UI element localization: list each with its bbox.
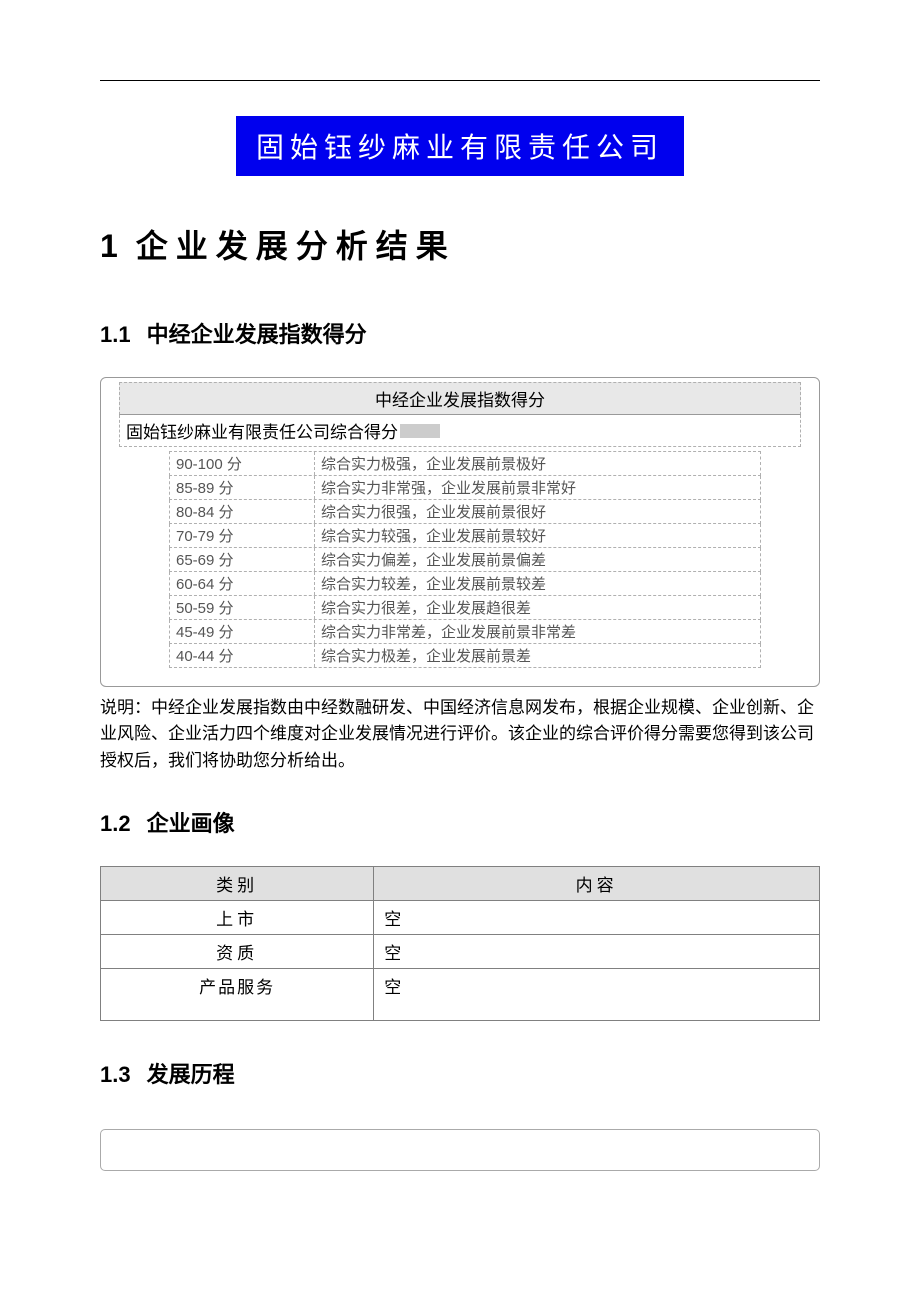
section-1-1-title: 中经企业发展指数得分 — [147, 322, 367, 347]
score-ranges-table: 90-100 分 综合实力极强，企业发展前景极好 85-89 分 综合实力非常强… — [169, 451, 761, 668]
score-row: 65-69 分 综合实力偏差，企业发展前景偏差 — [169, 548, 761, 572]
table-row: 上市 空 — [101, 901, 820, 935]
score-desc: 综合实力很差，企业发展趋很差 — [315, 596, 760, 619]
section-1-number: 1 — [100, 228, 118, 264]
profile-content: 空 — [374, 969, 820, 1021]
score-range: 40-44 分 — [170, 644, 315, 667]
score-company-label: 固始钰纱麻业有限责任公司综合得分 — [126, 418, 398, 443]
profile-header-category: 类别 — [101, 867, 374, 901]
score-desc: 综合实力很强，企业发展前景很好 — [315, 500, 760, 523]
profile-content: 空 — [374, 901, 820, 935]
section-1-3-number: 1.3 — [100, 1062, 131, 1087]
score-row: 50-59 分 综合实力很差，企业发展趋很差 — [169, 596, 761, 620]
score-box: 中经企业发展指数得分 固始钰纱麻业有限责任公司综合得分 90-100 分 综合实… — [100, 377, 820, 687]
score-company-row: 固始钰纱麻业有限责任公司综合得分 — [119, 415, 801, 447]
score-note: 说明：中经企业发展指数由中经数融研发、中国经济信息网发布，根据企业规模、企业创新… — [100, 695, 820, 774]
score-desc: 综合实力极强，企业发展前景极好 — [315, 452, 760, 475]
score-range: 45-49 分 — [170, 620, 315, 643]
profile-table: 类别 内容 上市 空 资质 空 产品服务 空 — [100, 866, 820, 1021]
score-range: 90-100 分 — [170, 452, 315, 475]
profile-category: 资质 — [101, 935, 374, 969]
score-row: 90-100 分 综合实力极强，企业发展前景极好 — [169, 451, 761, 476]
score-box-title: 中经企业发展指数得分 — [119, 382, 801, 415]
table-row: 产品服务 空 — [101, 969, 820, 1021]
score-range: 65-69 分 — [170, 548, 315, 571]
section-1-2-number: 1.2 — [100, 811, 131, 836]
table-row: 资质 空 — [101, 935, 820, 969]
top-divider — [100, 80, 820, 81]
section-1-3-title: 发展历程 — [147, 1062, 235, 1087]
score-desc: 综合实力非常强，企业发展前景非常好 — [315, 476, 760, 499]
score-range: 80-84 分 — [170, 500, 315, 523]
section-1-2-heading: 1.2 企业画像 — [100, 806, 820, 838]
score-range: 70-79 分 — [170, 524, 315, 547]
history-empty-box — [100, 1129, 820, 1171]
section-1-3-heading: 1.3 发展历程 — [100, 1057, 820, 1089]
score-desc: 综合实力非常差，企业发展前景非常差 — [315, 620, 760, 643]
redacted-score — [400, 424, 440, 438]
section-1-2-title: 企业画像 — [147, 811, 235, 836]
score-desc: 综合实力较强，企业发展前景较好 — [315, 524, 760, 547]
score-row: 80-84 分 综合实力很强，企业发展前景很好 — [169, 500, 761, 524]
score-desc: 综合实力极差，企业发展前景差 — [315, 644, 760, 667]
section-1-1-number: 1.1 — [100, 322, 131, 347]
company-banner: 固始钰纱麻业有限责任公司 — [236, 116, 684, 176]
score-row: 70-79 分 综合实力较强，企业发展前景较好 — [169, 524, 761, 548]
score-range: 60-64 分 — [170, 572, 315, 595]
score-desc: 综合实力偏差，企业发展前景偏差 — [315, 548, 760, 571]
score-row: 40-44 分 综合实力极差，企业发展前景差 — [169, 644, 761, 668]
profile-header-content: 内容 — [374, 867, 820, 901]
score-range: 50-59 分 — [170, 596, 315, 619]
profile-content: 空 — [374, 935, 820, 969]
section-1-heading: 1 企业发展分析结果 — [100, 221, 820, 267]
score-range: 85-89 分 — [170, 476, 315, 499]
section-1-title: 企业发展分析结果 — [136, 228, 456, 264]
profile-category: 上市 — [101, 901, 374, 935]
score-row: 60-64 分 综合实力较差，企业发展前景较差 — [169, 572, 761, 596]
profile-category: 产品服务 — [101, 969, 374, 1021]
score-desc: 综合实力较差，企业发展前景较差 — [315, 572, 760, 595]
score-row: 85-89 分 综合实力非常强，企业发展前景非常好 — [169, 476, 761, 500]
section-1-1-heading: 1.1 中经企业发展指数得分 — [100, 317, 820, 349]
score-row: 45-49 分 综合实力非常差，企业发展前景非常差 — [169, 620, 761, 644]
